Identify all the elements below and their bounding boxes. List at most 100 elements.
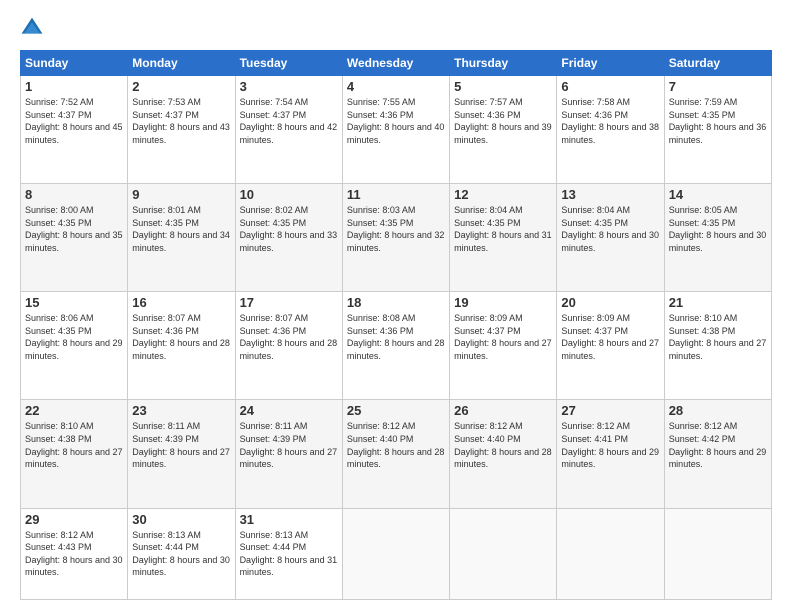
- day-info: Sunrise: 8:10 AM Sunset: 4:38 PM Dayligh…: [669, 312, 767, 362]
- calendar-cell: 15 Sunrise: 8:06 AM Sunset: 4:35 PM Dayl…: [21, 292, 128, 400]
- calendar-cell: 9 Sunrise: 8:01 AM Sunset: 4:35 PM Dayli…: [128, 184, 235, 292]
- day-number: 2: [132, 79, 230, 94]
- day-info: Sunrise: 8:08 AM Sunset: 4:36 PM Dayligh…: [347, 312, 445, 362]
- calendar-cell: 16 Sunrise: 8:07 AM Sunset: 4:36 PM Dayl…: [128, 292, 235, 400]
- day-number: 10: [240, 187, 338, 202]
- day-number: 28: [669, 403, 767, 418]
- day-number: 6: [561, 79, 659, 94]
- calendar-cell: 4 Sunrise: 7:55 AM Sunset: 4:36 PM Dayli…: [342, 76, 449, 184]
- week-row-5: 29 Sunrise: 8:12 AM Sunset: 4:43 PM Dayl…: [21, 508, 772, 599]
- calendar-cell: 10 Sunrise: 8:02 AM Sunset: 4:35 PM Dayl…: [235, 184, 342, 292]
- day-info: Sunrise: 8:09 AM Sunset: 4:37 PM Dayligh…: [454, 312, 552, 362]
- day-info: Sunrise: 8:12 AM Sunset: 4:40 PM Dayligh…: [454, 420, 552, 470]
- day-number: 30: [132, 512, 230, 527]
- day-info: Sunrise: 8:12 AM Sunset: 4:41 PM Dayligh…: [561, 420, 659, 470]
- calendar-cell: 7 Sunrise: 7:59 AM Sunset: 4:35 PM Dayli…: [664, 76, 771, 184]
- calendar-cell: 26 Sunrise: 8:12 AM Sunset: 4:40 PM Dayl…: [450, 400, 557, 508]
- calendar-cell: 3 Sunrise: 7:54 AM Sunset: 4:37 PM Dayli…: [235, 76, 342, 184]
- weekday-header-row: SundayMondayTuesdayWednesdayThursdayFrid…: [21, 51, 772, 76]
- day-info: Sunrise: 8:00 AM Sunset: 4:35 PM Dayligh…: [25, 204, 123, 254]
- weekday-header-monday: Monday: [128, 51, 235, 76]
- day-info: Sunrise: 7:52 AM Sunset: 4:37 PM Dayligh…: [25, 96, 123, 146]
- day-info: Sunrise: 8:03 AM Sunset: 4:35 PM Dayligh…: [347, 204, 445, 254]
- calendar-cell: 29 Sunrise: 8:12 AM Sunset: 4:43 PM Dayl…: [21, 508, 128, 599]
- day-info: Sunrise: 8:10 AM Sunset: 4:38 PM Dayligh…: [25, 420, 123, 470]
- day-number: 11: [347, 187, 445, 202]
- day-number: 29: [25, 512, 123, 527]
- day-number: 24: [240, 403, 338, 418]
- calendar-cell: 8 Sunrise: 8:00 AM Sunset: 4:35 PM Dayli…: [21, 184, 128, 292]
- day-info: Sunrise: 8:06 AM Sunset: 4:35 PM Dayligh…: [25, 312, 123, 362]
- day-number: 25: [347, 403, 445, 418]
- day-info: Sunrise: 8:01 AM Sunset: 4:35 PM Dayligh…: [132, 204, 230, 254]
- day-info: Sunrise: 8:02 AM Sunset: 4:35 PM Dayligh…: [240, 204, 338, 254]
- weekday-header-friday: Friday: [557, 51, 664, 76]
- day-number: 31: [240, 512, 338, 527]
- week-row-3: 15 Sunrise: 8:06 AM Sunset: 4:35 PM Dayl…: [21, 292, 772, 400]
- day-number: 26: [454, 403, 552, 418]
- calendar-cell: 30 Sunrise: 8:13 AM Sunset: 4:44 PM Dayl…: [128, 508, 235, 599]
- weekday-header-thursday: Thursday: [450, 51, 557, 76]
- calendar-cell: [557, 508, 664, 599]
- calendar-cell: 25 Sunrise: 8:12 AM Sunset: 4:40 PM Dayl…: [342, 400, 449, 508]
- day-number: 20: [561, 295, 659, 310]
- calendar-cell: 5 Sunrise: 7:57 AM Sunset: 4:36 PM Dayli…: [450, 76, 557, 184]
- day-info: Sunrise: 8:09 AM Sunset: 4:37 PM Dayligh…: [561, 312, 659, 362]
- day-number: 27: [561, 403, 659, 418]
- calendar-cell: 27 Sunrise: 8:12 AM Sunset: 4:41 PM Dayl…: [557, 400, 664, 508]
- logo: [20, 16, 48, 40]
- day-info: Sunrise: 8:12 AM Sunset: 4:43 PM Dayligh…: [25, 529, 123, 579]
- calendar-cell: 17 Sunrise: 8:07 AM Sunset: 4:36 PM Dayl…: [235, 292, 342, 400]
- day-number: 22: [25, 403, 123, 418]
- day-info: Sunrise: 8:11 AM Sunset: 4:39 PM Dayligh…: [240, 420, 338, 470]
- day-info: Sunrise: 8:05 AM Sunset: 4:35 PM Dayligh…: [669, 204, 767, 254]
- calendar-cell: 1 Sunrise: 7:52 AM Sunset: 4:37 PM Dayli…: [21, 76, 128, 184]
- calendar-cell: 11 Sunrise: 8:03 AM Sunset: 4:35 PM Dayl…: [342, 184, 449, 292]
- calendar-cell: 21 Sunrise: 8:10 AM Sunset: 4:38 PM Dayl…: [664, 292, 771, 400]
- day-number: 4: [347, 79, 445, 94]
- day-info: Sunrise: 7:58 AM Sunset: 4:36 PM Dayligh…: [561, 96, 659, 146]
- calendar-cell: 12 Sunrise: 8:04 AM Sunset: 4:35 PM Dayl…: [450, 184, 557, 292]
- calendar-cell: [664, 508, 771, 599]
- weekday-header-wednesday: Wednesday: [342, 51, 449, 76]
- day-info: Sunrise: 7:55 AM Sunset: 4:36 PM Dayligh…: [347, 96, 445, 146]
- calendar-cell: 2 Sunrise: 7:53 AM Sunset: 4:37 PM Dayli…: [128, 76, 235, 184]
- day-info: Sunrise: 8:12 AM Sunset: 4:40 PM Dayligh…: [347, 420, 445, 470]
- week-row-4: 22 Sunrise: 8:10 AM Sunset: 4:38 PM Dayl…: [21, 400, 772, 508]
- calendar-cell: 22 Sunrise: 8:10 AM Sunset: 4:38 PM Dayl…: [21, 400, 128, 508]
- day-info: Sunrise: 8:13 AM Sunset: 4:44 PM Dayligh…: [240, 529, 338, 579]
- day-number: 14: [669, 187, 767, 202]
- calendar-cell: 28 Sunrise: 8:12 AM Sunset: 4:42 PM Dayl…: [664, 400, 771, 508]
- day-number: 23: [132, 403, 230, 418]
- day-number: 5: [454, 79, 552, 94]
- day-number: 13: [561, 187, 659, 202]
- day-info: Sunrise: 7:54 AM Sunset: 4:37 PM Dayligh…: [240, 96, 338, 146]
- calendar-cell: 19 Sunrise: 8:09 AM Sunset: 4:37 PM Dayl…: [450, 292, 557, 400]
- weekday-header-sunday: Sunday: [21, 51, 128, 76]
- week-row-2: 8 Sunrise: 8:00 AM Sunset: 4:35 PM Dayli…: [21, 184, 772, 292]
- calendar-cell: [342, 508, 449, 599]
- week-row-1: 1 Sunrise: 7:52 AM Sunset: 4:37 PM Dayli…: [21, 76, 772, 184]
- weekday-header-tuesday: Tuesday: [235, 51, 342, 76]
- day-number: 8: [25, 187, 123, 202]
- day-info: Sunrise: 8:04 AM Sunset: 4:35 PM Dayligh…: [561, 204, 659, 254]
- calendar-cell: 20 Sunrise: 8:09 AM Sunset: 4:37 PM Dayl…: [557, 292, 664, 400]
- day-number: 7: [669, 79, 767, 94]
- day-number: 16: [132, 295, 230, 310]
- day-number: 19: [454, 295, 552, 310]
- day-info: Sunrise: 8:04 AM Sunset: 4:35 PM Dayligh…: [454, 204, 552, 254]
- day-info: Sunrise: 8:13 AM Sunset: 4:44 PM Dayligh…: [132, 529, 230, 579]
- day-info: Sunrise: 8:07 AM Sunset: 4:36 PM Dayligh…: [240, 312, 338, 362]
- day-info: Sunrise: 8:12 AM Sunset: 4:42 PM Dayligh…: [669, 420, 767, 470]
- calendar: SundayMondayTuesdayWednesdayThursdayFrid…: [20, 50, 772, 600]
- calendar-cell: [450, 508, 557, 599]
- calendar-cell: 24 Sunrise: 8:11 AM Sunset: 4:39 PM Dayl…: [235, 400, 342, 508]
- calendar-cell: 18 Sunrise: 8:08 AM Sunset: 4:36 PM Dayl…: [342, 292, 449, 400]
- weekday-header-saturday: Saturday: [664, 51, 771, 76]
- day-number: 9: [132, 187, 230, 202]
- day-number: 1: [25, 79, 123, 94]
- calendar-cell: 31 Sunrise: 8:13 AM Sunset: 4:44 PM Dayl…: [235, 508, 342, 599]
- calendar-cell: 14 Sunrise: 8:05 AM Sunset: 4:35 PM Dayl…: [664, 184, 771, 292]
- calendar-cell: 23 Sunrise: 8:11 AM Sunset: 4:39 PM Dayl…: [128, 400, 235, 508]
- day-number: 15: [25, 295, 123, 310]
